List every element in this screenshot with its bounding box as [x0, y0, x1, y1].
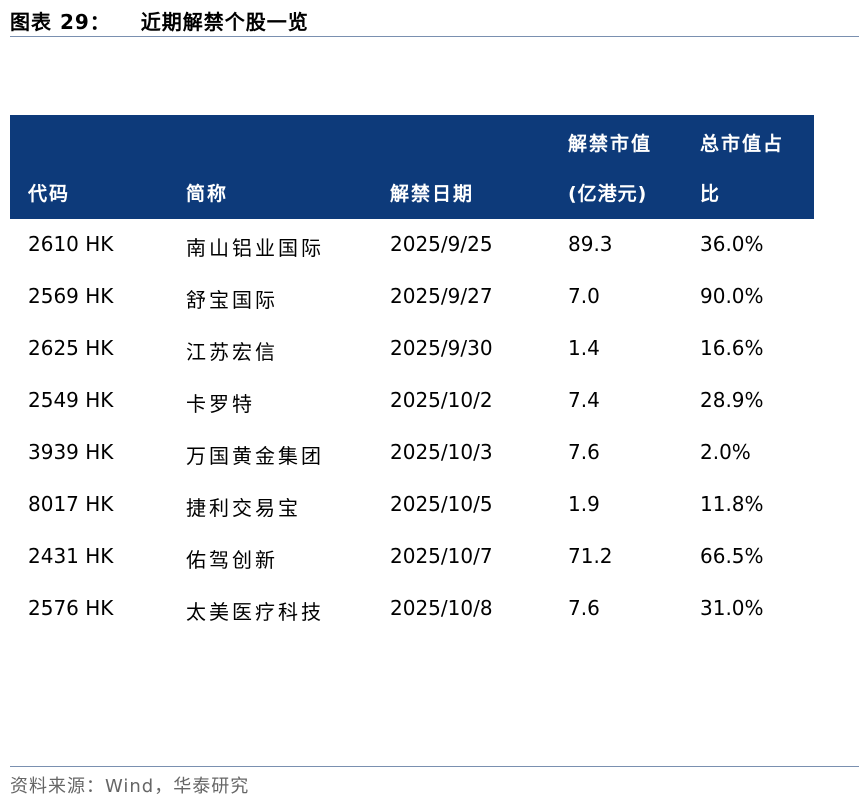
cell-date: 2025/9/27 — [390, 284, 493, 308]
cell-value: 7.6 — [568, 596, 600, 620]
cell-value: 89.3 — [568, 232, 613, 256]
cell-pct: 16.6% — [700, 336, 764, 360]
table-row: 2625 HK 江苏宏信 2025/9/30 1.4 16.6% — [10, 324, 814, 376]
cell-date: 2025/10/2 — [390, 388, 493, 412]
cell-code: 2625 HK — [28, 336, 114, 360]
cell-value: 7.0 — [568, 284, 600, 308]
cell-code: 2576 HK — [28, 596, 114, 620]
cell-value: 7.4 — [568, 388, 600, 412]
header-code: 代码 — [28, 183, 71, 205]
cell-code: 2549 HK — [28, 388, 114, 412]
table-row: 2610 HK 南山铝业国际 2025/9/25 89.3 36.0% — [10, 220, 814, 272]
cell-name: 南山铝业国际 — [186, 236, 324, 260]
cell-date: 2025/10/7 — [390, 544, 493, 568]
header-pct-line2: 比 — [700, 183, 722, 205]
cell-value: 1.9 — [568, 492, 600, 516]
cell-date: 2025/9/30 — [390, 336, 493, 360]
header-pct-line1: 总市值占 — [700, 133, 785, 155]
header-value-line1: 解禁市值 — [568, 133, 653, 155]
cell-name: 捷利交易宝 — [186, 496, 301, 520]
table-row: 2549 HK 卡罗特 2025/10/2 7.4 28.9% — [10, 376, 814, 428]
cell-code: 2610 HK — [28, 232, 114, 256]
cell-pct: 36.0% — [700, 232, 764, 256]
cell-date: 2025/10/5 — [390, 492, 493, 516]
cell-code: 2431 HK — [28, 544, 114, 568]
cell-name: 舒宝国际 — [186, 288, 278, 312]
header-name: 简称 — [186, 183, 229, 205]
cell-value: 1.4 — [568, 336, 600, 360]
header-date: 解禁日期 — [390, 183, 475, 205]
cell-name: 万国黄金集团 — [186, 444, 324, 468]
cell-name: 江苏宏信 — [186, 340, 278, 364]
table-row: 8017 HK 捷利交易宝 2025/10/5 1.9 11.8% — [10, 480, 814, 532]
cell-name: 佑驾创新 — [186, 548, 278, 572]
figure-title: 图表 29： 近期解禁个股一览 — [10, 6, 309, 35]
cell-date: 2025/10/3 — [390, 440, 493, 464]
table-row: 2431 HK 佑驾创新 2025/10/7 71.2 66.5% — [10, 532, 814, 584]
cell-name: 太美医疗科技 — [186, 600, 324, 624]
source-divider — [10, 766, 859, 767]
cell-date: 2025/9/25 — [390, 232, 493, 256]
table-row: 3939 HK 万国黄金集团 2025/10/3 7.6 2.0% — [10, 428, 814, 480]
cell-date: 2025/10/8 — [390, 596, 493, 620]
cell-pct: 66.5% — [700, 544, 764, 568]
header-value-line2: (亿港元) — [568, 183, 648, 205]
cell-code: 3939 HK — [28, 440, 114, 464]
cell-pct: 28.9% — [700, 388, 764, 412]
table-header: 代码 简称 解禁日期 解禁市值 (亿港元) 总市值占 比 — [10, 115, 814, 219]
source-note: 资料来源：Wind，华泰研究 — [10, 776, 250, 797]
table-row: 2576 HK 太美医疗科技 2025/10/8 7.6 31.0% — [10, 584, 814, 636]
figure-title-text: 近期解禁个股一览 — [140, 10, 309, 34]
cell-value: 71.2 — [568, 544, 613, 568]
cell-pct: 11.8% — [700, 492, 764, 516]
cell-code: 2569 HK — [28, 284, 114, 308]
cell-pct: 2.0% — [700, 440, 751, 464]
table-row: 2569 HK 舒宝国际 2025/9/27 7.0 90.0% — [10, 272, 814, 324]
cell-pct: 31.0% — [700, 596, 764, 620]
cell-value: 7.6 — [568, 440, 600, 464]
cell-code: 8017 HK — [28, 492, 114, 516]
cell-name: 卡罗特 — [186, 392, 255, 416]
figure-number: 图表 29： — [10, 10, 111, 34]
cell-pct: 90.0% — [700, 284, 764, 308]
title-divider — [10, 36, 859, 37]
